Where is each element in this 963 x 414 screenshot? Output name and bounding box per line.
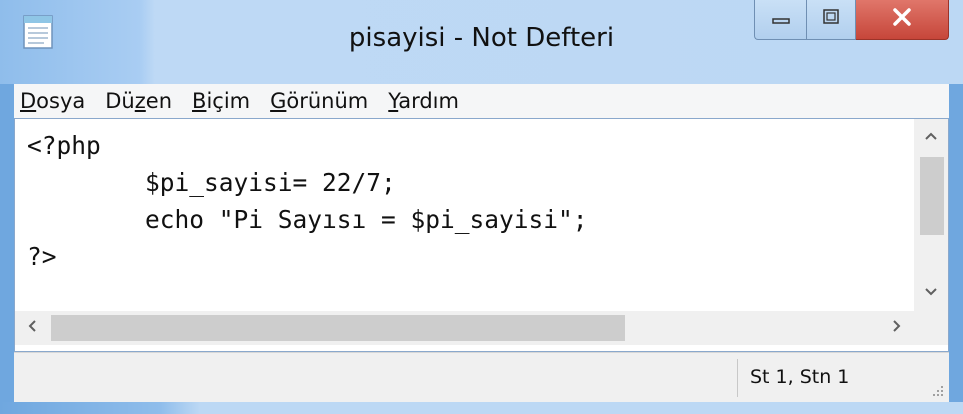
vertical-scroll-thumb[interactable] (920, 157, 944, 235)
scroll-left-button[interactable] (15, 311, 49, 345)
status-bar: St 1, Stn 1 (14, 352, 949, 402)
menu-accelerator: B (192, 89, 207, 113)
menu-yardim[interactable]: Yardım (378, 89, 469, 113)
maximize-icon (821, 8, 841, 31)
resize-grip-icon[interactable] (931, 384, 945, 398)
chevron-left-icon (27, 319, 37, 338)
scroll-up-button[interactable] (914, 119, 948, 155)
menu-accelerator: D (20, 89, 37, 113)
editor-line: echo "Pi Sayısı = $pi_sayisi"; (27, 205, 588, 234)
minimize-button[interactable] (754, 0, 806, 40)
vertical-scrollbar[interactable] (914, 119, 948, 311)
menu-accelerator: G (270, 89, 287, 113)
menu-dosya[interactable]: Dosya (14, 89, 95, 113)
menu-label-part: osya (36, 89, 86, 113)
horizontal-scroll-thumb[interactable] (51, 315, 625, 341)
editor-content[interactable]: <?php $pi_sayisi= 22/7; echo "Pi Sayısı … (27, 127, 907, 307)
scrollbar-corner (914, 311, 948, 345)
editor-line: <?php (27, 131, 101, 160)
minimize-icon (771, 10, 791, 29)
title-bar[interactable]: pisayisi - Not Defteri (0, 0, 963, 84)
status-separator (737, 359, 738, 397)
scroll-right-button[interactable] (880, 311, 914, 345)
menu-label-part: ardım (398, 89, 459, 113)
chevron-down-icon (924, 284, 938, 302)
editor-line: ?> (27, 242, 57, 271)
notepad-window: pisayisi - Not Defteri Dosya Düzen Biçim… (0, 0, 963, 414)
menu-bicim[interactable]: Biçim (182, 89, 260, 113)
menu-bar: Dosya Düzen Biçim Görünüm Yardım (14, 84, 949, 118)
cursor-position: St 1, Stn 1 (750, 366, 850, 388)
close-icon (891, 7, 913, 32)
horizontal-scrollbar[interactable] (15, 311, 914, 345)
close-button[interactable] (856, 0, 949, 40)
scroll-down-button[interactable] (914, 275, 948, 311)
menu-label-part: Dü (105, 89, 135, 113)
menu-accelerator: Y (388, 89, 399, 113)
chevron-up-icon (924, 128, 938, 146)
window-bottom-border[interactable] (0, 402, 963, 414)
menu-label-part: içim (206, 89, 251, 113)
maximize-button[interactable] (806, 0, 856, 40)
menu-gorunum[interactable]: Görünüm (260, 89, 378, 113)
menu-label-part: örünüm (286, 89, 369, 113)
menu-accelerator: z (134, 89, 146, 113)
text-editor[interactable]: <?php $pi_sayisi= 22/7; echo "Pi Sayısı … (14, 118, 949, 352)
menu-label-part: en (145, 89, 173, 113)
menu-duzen[interactable]: Düzen (95, 89, 182, 113)
editor-line: $pi_sayisi= 22/7; (27, 168, 396, 197)
caption-buttons (754, 0, 949, 44)
chevron-right-icon (892, 319, 902, 338)
